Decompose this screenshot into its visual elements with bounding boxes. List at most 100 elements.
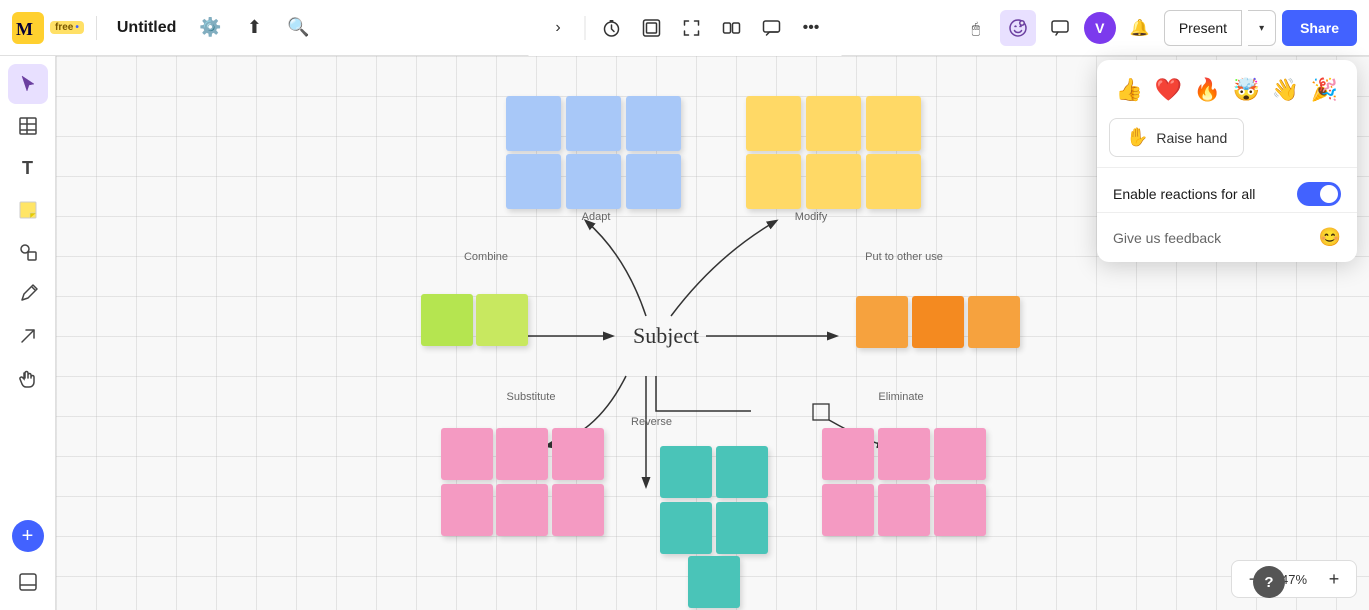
sticky-teal-1[interactable] [660, 446, 712, 498]
shapes-tool-btn[interactable] [8, 232, 48, 272]
sticky-blue-3[interactable] [626, 96, 681, 151]
subject-node[interactable]: Subject [596, 311, 736, 361]
sticky-green-1[interactable] [421, 294, 473, 346]
table-tool-btn[interactable] [8, 106, 48, 146]
sticky-teal-4[interactable] [716, 502, 768, 554]
board-title[interactable]: Untitled [109, 15, 185, 41]
zoom-in-btn[interactable]: + [1320, 565, 1348, 593]
sticky-yellow-2[interactable] [806, 96, 861, 151]
integrations-btn[interactable] [713, 10, 749, 46]
user-avatar[interactable]: V [1084, 12, 1116, 44]
sticky-yellow-3[interactable] [866, 96, 921, 151]
share-export-button[interactable]: ⬆ [236, 10, 272, 46]
present-dropdown-btn[interactable]: ▾ [1248, 10, 1276, 46]
thumbs-up-btn[interactable]: 👍 [1113, 72, 1146, 108]
sticky-pink-r-3[interactable] [934, 428, 986, 480]
chat-icon [1050, 18, 1070, 38]
branch-label-substitute: Substitute [496, 391, 566, 403]
settings-button[interactable]: ⚙️ [192, 10, 228, 46]
sticky-pink-r-2[interactable] [878, 428, 930, 480]
sticky-pink-r-4[interactable] [822, 484, 874, 536]
sticky-pink-r-5[interactable] [878, 484, 930, 536]
cursor-share-btn[interactable]: 🖱 [958, 10, 994, 46]
fullscreen-btn[interactable] [673, 10, 709, 46]
comments-icon [761, 18, 781, 38]
sticky-blue-2[interactable] [566, 96, 621, 151]
notifications-btn[interactable]: 🔔 [1122, 10, 1158, 46]
miro-logo: M free • [12, 12, 84, 44]
heart-btn[interactable]: ❤️ [1152, 72, 1185, 108]
fire-btn[interactable]: 🔥 [1191, 72, 1224, 108]
pen-icon [18, 284, 38, 304]
enable-reactions-toggle[interactable] [1297, 182, 1341, 206]
table-icon [18, 116, 38, 136]
branch-label-adapt: Adapt [571, 211, 621, 223]
svg-text:M: M [16, 19, 33, 39]
right-toolbar: 🖱 V 🔔 Present ▾ Share [946, 0, 1369, 56]
hand-tool-btn[interactable] [8, 358, 48, 398]
sticky-teal-3[interactable] [660, 502, 712, 554]
sticky-yellow-4[interactable] [746, 154, 801, 209]
sticky-green-2[interactable] [476, 294, 528, 346]
text-tool-btn[interactable]: T [8, 148, 48, 188]
sticky-yellow-5[interactable] [806, 154, 861, 209]
more-tools-btn[interactable]: ••• [793, 10, 829, 46]
frames-btn[interactable] [633, 10, 669, 46]
sticky-blue-4[interactable] [506, 154, 561, 209]
wave-btn[interactable]: 👋 [1269, 72, 1302, 108]
sticky-pink-1[interactable] [441, 428, 493, 480]
sticky-pink-r-1[interactable] [822, 428, 874, 480]
sticky-pink-5[interactable] [496, 484, 548, 536]
frames-icon [641, 18, 661, 38]
timer-icon [601, 18, 621, 38]
bottom-panel-btn[interactable] [8, 562, 48, 602]
enable-reactions-label: Enable reactions for all [1113, 186, 1255, 202]
reactions-btn[interactable] [1000, 10, 1036, 46]
timer-btn[interactable] [593, 10, 629, 46]
feedback-icon: 😊 [1319, 227, 1341, 248]
sticky-blue-6[interactable] [626, 154, 681, 209]
sticky-tool-btn[interactable] [8, 190, 48, 230]
sticky-pink-r-6[interactable] [934, 484, 986, 536]
party-btn[interactable]: 🎉 [1308, 72, 1341, 108]
sticky-blue-1[interactable] [506, 96, 561, 151]
sticky-yellow-6[interactable] [866, 154, 921, 209]
branch-label-eliminate: Eliminate [871, 391, 931, 403]
feedback-label[interactable]: Give us feedback [1113, 230, 1221, 246]
reactions-popup: 👍 ❤️ 🔥 🤯 👋 🎉 ✋ Raise hand Enable reactio… [1097, 60, 1357, 262]
sticky-teal-2[interactable] [716, 446, 768, 498]
branch-label-put-other: Put to other use [864, 251, 944, 263]
integrations-icon [721, 18, 741, 38]
raise-hand-button[interactable]: ✋ Raise hand [1109, 118, 1244, 157]
sticky-blue-5[interactable] [566, 154, 621, 209]
separator [96, 16, 97, 40]
plus-icon: + [22, 526, 34, 546]
chat-btn[interactable] [1042, 10, 1078, 46]
collapse-btn[interactable]: › [540, 10, 576, 46]
add-apps-btn[interactable]: + [12, 520, 44, 552]
sticky-note-icon [18, 200, 38, 220]
sticky-orange-3[interactable] [968, 296, 1020, 348]
toggle-knob [1320, 185, 1338, 203]
sticky-pink-6[interactable] [552, 484, 604, 536]
arrow-tool-btn[interactable] [8, 316, 48, 356]
sticky-yellow-1[interactable] [746, 96, 801, 151]
hand-icon [18, 368, 38, 388]
share-button[interactable]: Share [1282, 10, 1357, 46]
comments-btn[interactable] [753, 10, 789, 46]
pen-tool-btn[interactable] [8, 274, 48, 314]
emoji-row: 👍 ❤️ 🔥 🤯 👋 🎉 [1097, 72, 1357, 118]
mind-blown-btn[interactable]: 🤯 [1230, 72, 1263, 108]
help-button[interactable]: ? [1253, 566, 1285, 598]
search-button[interactable]: 🔍 [280, 10, 316, 46]
sticky-pink-4[interactable] [441, 484, 493, 536]
sticky-teal-5[interactable] [688, 556, 740, 608]
sticky-orange-2[interactable] [912, 296, 964, 348]
sticky-pink-2[interactable] [496, 428, 548, 480]
select-tool-btn[interactable] [8, 64, 48, 104]
shapes-icon [18, 242, 38, 262]
sticky-orange-1[interactable] [856, 296, 908, 348]
sticky-pink-3[interactable] [552, 428, 604, 480]
present-button[interactable]: Present [1164, 10, 1242, 46]
panel-icon [18, 572, 38, 592]
